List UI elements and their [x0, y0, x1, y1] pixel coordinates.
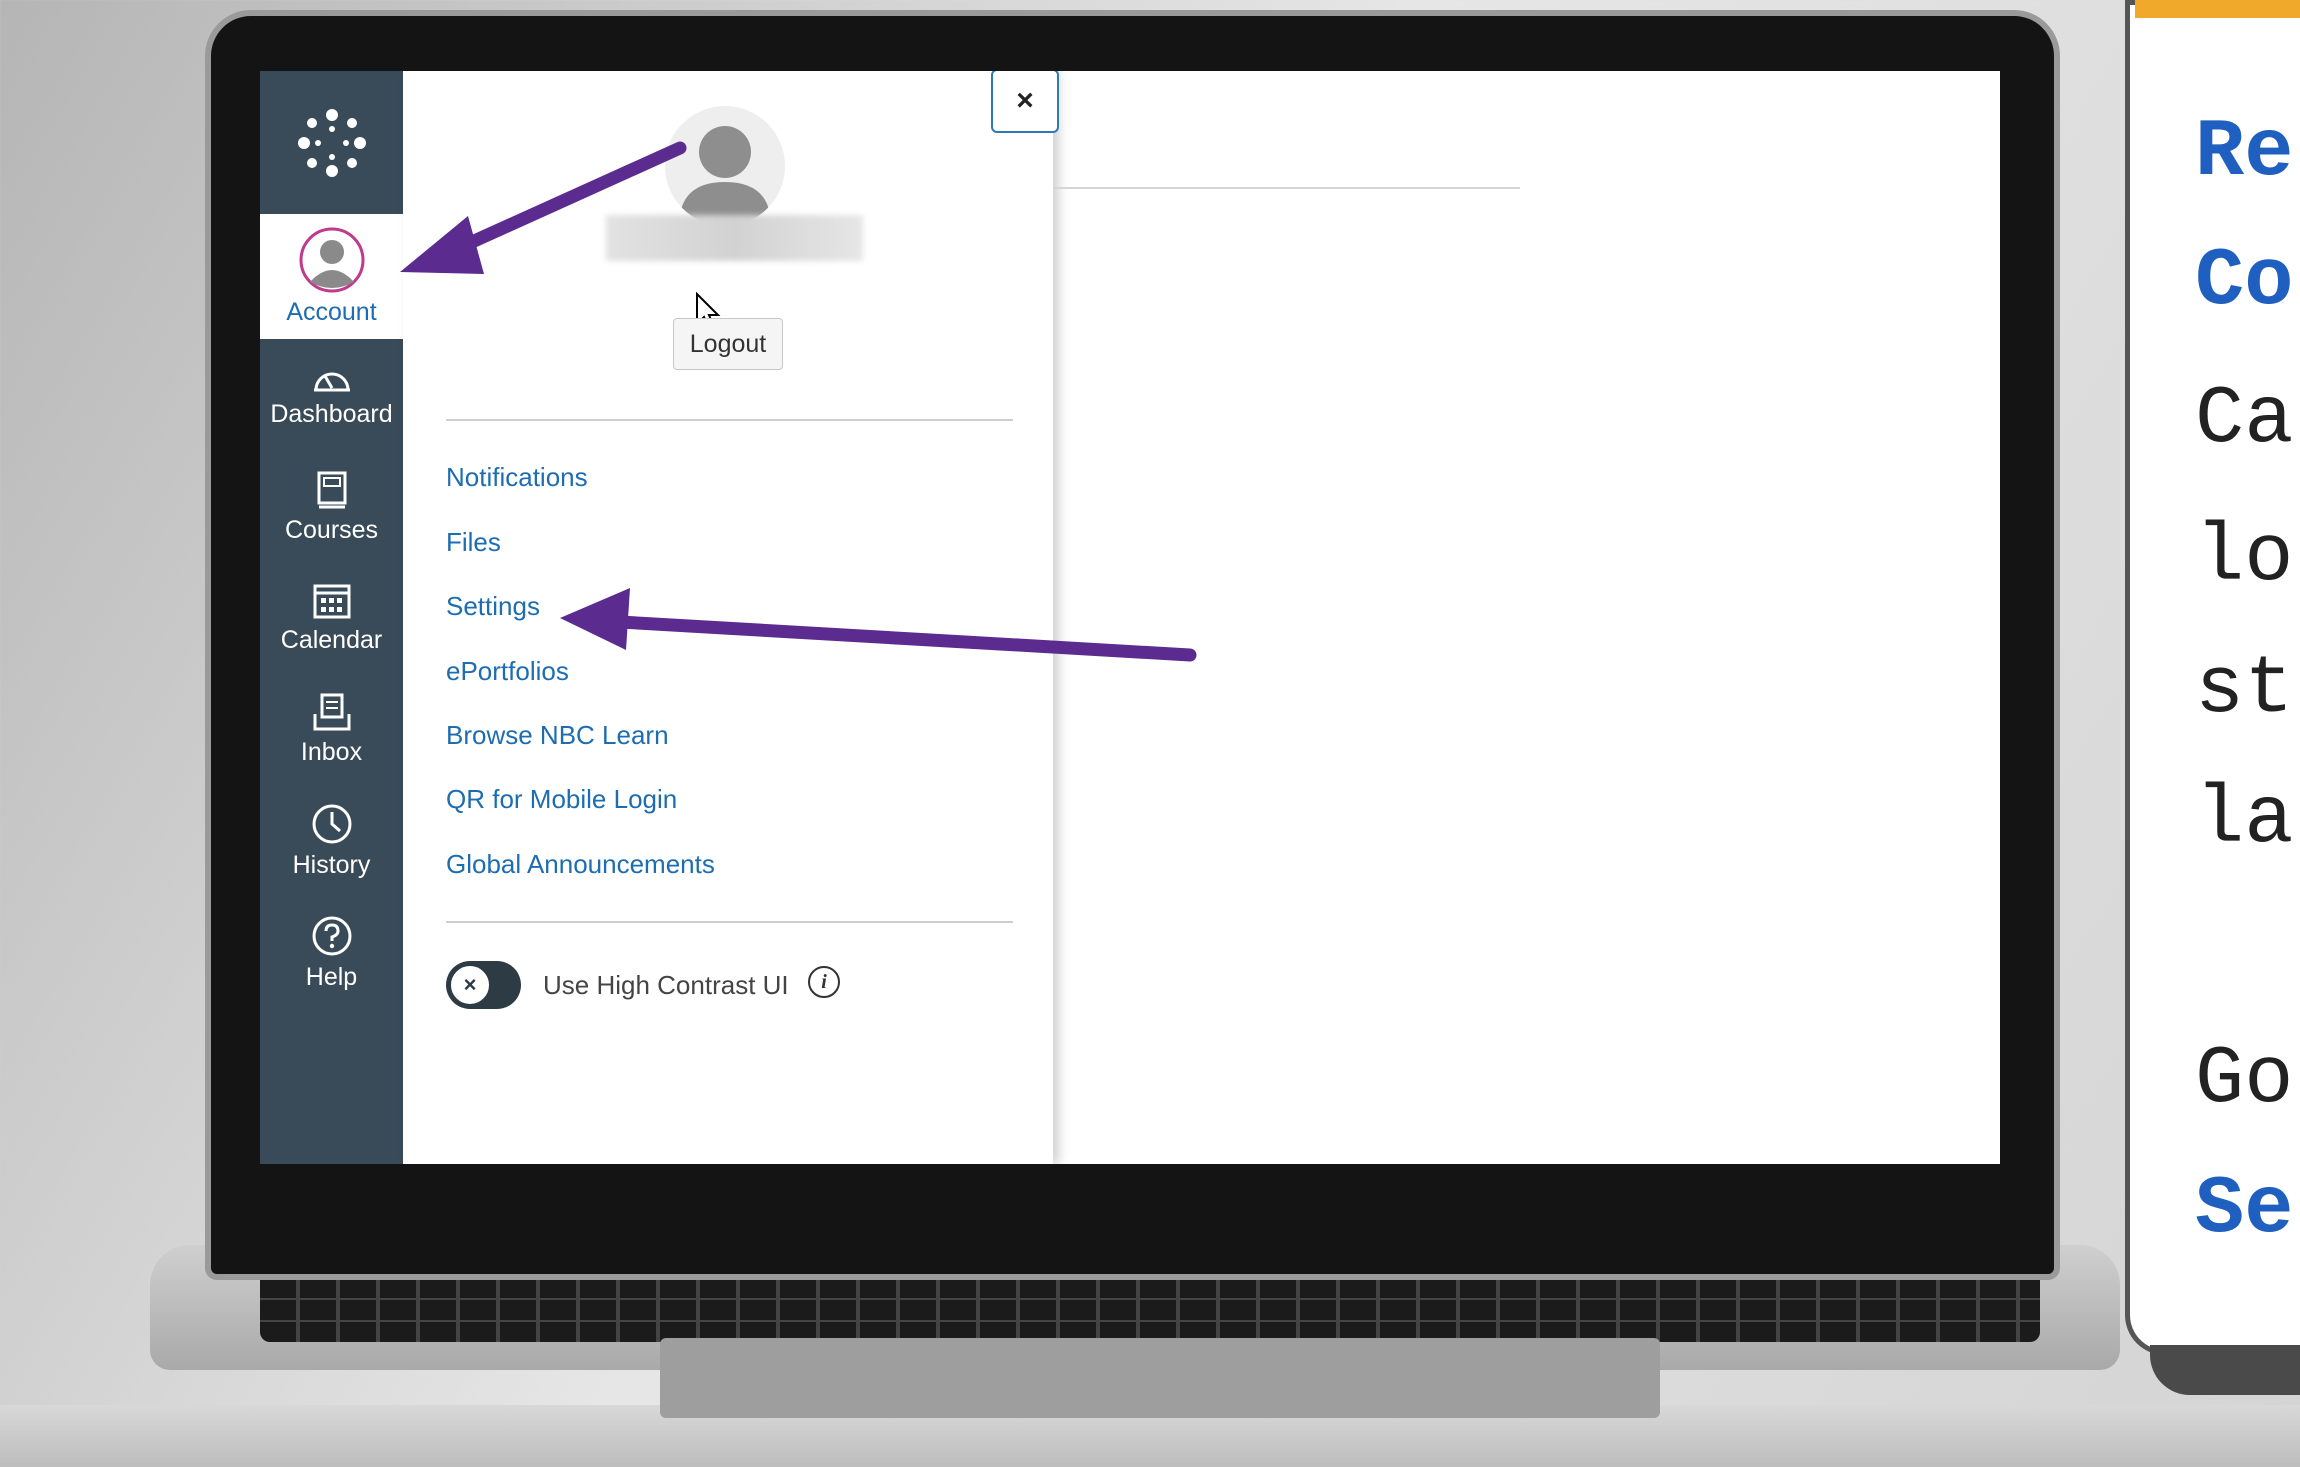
instruction-card-accent [2135, 0, 2300, 18]
card-body-line-2: lo [2195, 511, 2294, 604]
card-body-line-1: Ca [2195, 373, 2294, 466]
card-body-line-3: st [2195, 643, 2294, 736]
card-body-line-4: la [2195, 773, 2294, 866]
card-body-line-5: Go [2195, 1033, 2294, 1126]
arrow-to-account [400, 141, 687, 274]
instruction-card-shadow [2150, 1345, 2300, 1395]
arrow-to-settings [560, 588, 1197, 662]
card-heading-line-2: Co [2195, 235, 2294, 328]
card-heading-line-3: Se [2195, 1163, 2294, 1256]
annotation-arrows [400, 141, 1197, 662]
card-heading-line-1: Re [2195, 106, 2294, 199]
